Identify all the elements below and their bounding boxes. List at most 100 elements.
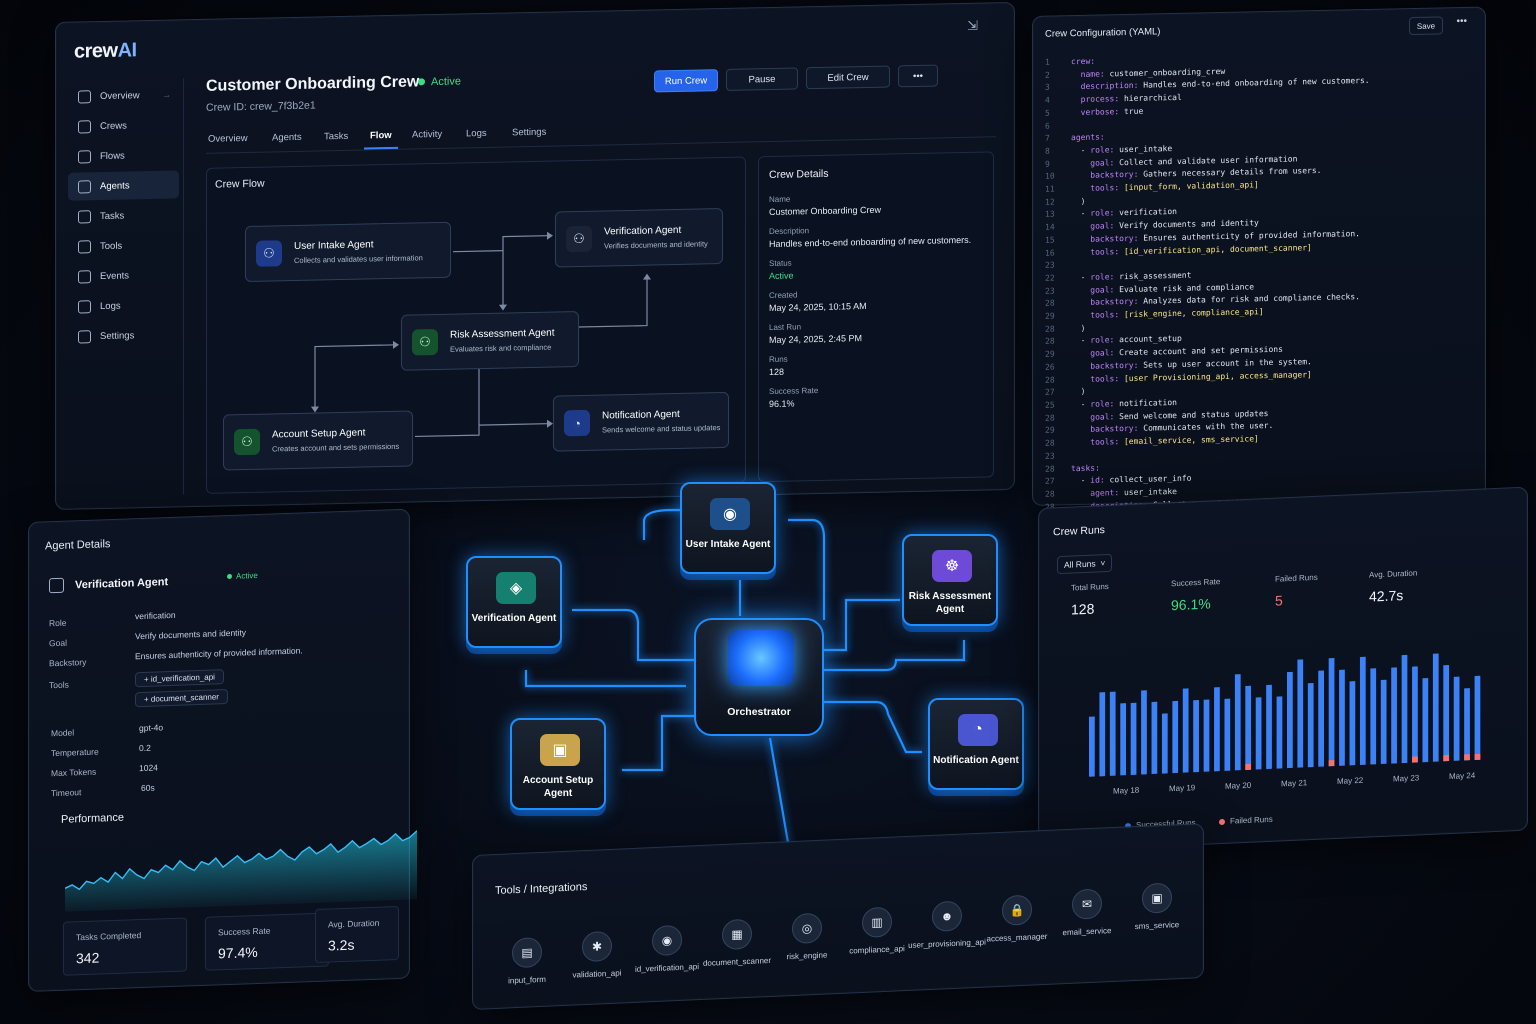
sidebar-item-agents[interactable]: Agents bbox=[68, 170, 179, 201]
agent-details-panel: Agent Details Verification Agent Active … bbox=[28, 508, 417, 992]
tool-chip[interactable]: + document_scanner bbox=[135, 689, 228, 708]
bar-failed bbox=[1464, 754, 1470, 761]
bar-successful bbox=[1182, 688, 1189, 773]
more-options-button[interactable]: ••• bbox=[898, 64, 938, 88]
line-number: 7 bbox=[1045, 133, 1050, 143]
tab-activity[interactable]: Activity bbox=[412, 129, 442, 141]
tool-label: user_provisioning_api bbox=[908, 937, 986, 950]
graph-block-user-intake[interactable]: ◉ User Intake Agent bbox=[680, 482, 776, 574]
tab-tasks[interactable]: Tasks bbox=[324, 131, 348, 143]
tab-settings[interactable]: Settings bbox=[512, 127, 546, 139]
agent-icon bbox=[78, 179, 91, 194]
flow-icon bbox=[78, 149, 91, 164]
bar-successful bbox=[1141, 690, 1147, 775]
run-crew-button[interactable]: Run Crew bbox=[654, 69, 718, 93]
runs-filter-dropdown[interactable]: All Runs ˅ bbox=[1057, 553, 1113, 575]
tool-id-verification-api[interactable]: ◉ id_verification_api bbox=[627, 924, 707, 974]
line-text: - role: risk_assessment bbox=[1071, 270, 1192, 283]
edit-crew-button[interactable]: Edit Crew bbox=[806, 65, 890, 90]
flow-node-notification[interactable]: ◔ Notification Agent Sends welcome and sta… bbox=[553, 391, 729, 452]
user-check-icon: ⚇ bbox=[566, 225, 592, 253]
graph-block-account-setup[interactable]: ▣ Account Setup Agent bbox=[510, 718, 606, 810]
yaml-editor[interactable]: 1 crew: 2 name: customer_onboarding_crew 3 … bbox=[1045, 50, 1370, 514]
more-options-button[interactable]: ••• bbox=[1456, 16, 1467, 27]
chevron-down-icon: ˅ bbox=[1100, 558, 1106, 569]
tool-validation-api[interactable]: ✱ validation_api bbox=[557, 930, 637, 980]
line-text: tools: [input_form, validation_api] bbox=[1090, 180, 1259, 193]
tab-logs[interactable]: Logs bbox=[466, 128, 487, 139]
graph-block-verification[interactable]: ◈ Verification Agent bbox=[466, 556, 562, 648]
lock-icon: 🔒 bbox=[1002, 894, 1032, 926]
line-text: - role: notification bbox=[1071, 397, 1177, 410]
sidebar-item-tasks[interactable]: Tasks bbox=[68, 200, 179, 230]
stat-avg-duration: Avg. Duration 3.2s bbox=[315, 906, 399, 963]
line-text: ) bbox=[1071, 323, 1086, 333]
home-icon bbox=[78, 89, 91, 104]
line-number: 25 bbox=[1045, 400, 1055, 410]
form-icon: ▤ bbox=[512, 936, 542, 969]
line-text: crew: bbox=[1071, 56, 1096, 67]
detail-label: Runs bbox=[769, 354, 788, 365]
mail-icon: ✉ bbox=[1072, 888, 1102, 920]
flow-node-risk-assessment[interactable]: ⚇ Risk Assessment Agent Evaluates risk and… bbox=[401, 311, 579, 371]
line-number: 29 bbox=[1045, 425, 1055, 436]
flow-node-verification[interactable]: ⚇ Verification Agent Verifies documents an… bbox=[555, 208, 723, 268]
goal-label: Goal bbox=[49, 637, 67, 649]
graph-block-risk-assessment[interactable]: ☸ Risk Assessment Agent bbox=[902, 534, 998, 626]
bar-successful bbox=[1120, 703, 1126, 776]
sidebar-item-events[interactable]: Events bbox=[68, 260, 179, 290]
line-text: backstory: Communicates with the user. bbox=[1090, 421, 1274, 435]
tool-input-form[interactable]: ▤ input_form bbox=[487, 936, 567, 986]
detail-label: Description bbox=[769, 226, 810, 237]
line-number: 26 bbox=[1045, 362, 1055, 372]
sidebar-item-flows[interactable]: Flows bbox=[68, 140, 179, 170]
crew-details-title: Crew Details bbox=[769, 167, 829, 182]
tool-sms-service[interactable]: ▣ sms_service bbox=[1117, 881, 1197, 931]
sidebar-item-overview[interactable]: Overview → bbox=[68, 80, 179, 110]
bar-successful bbox=[1193, 699, 1199, 773]
pin-icon[interactable]: ⇲ bbox=[967, 18, 978, 34]
tab-overview[interactable]: Overview bbox=[208, 133, 248, 145]
tab-flow[interactable]: Flow bbox=[370, 130, 392, 141]
flow-node-user-intake[interactable]: ⚇ User Intake Agent Collects and validates… bbox=[245, 221, 451, 283]
tool-label: sms_service bbox=[1134, 920, 1180, 932]
line-number: 28 bbox=[1045, 336, 1055, 347]
crewai-logo: crewAI bbox=[74, 39, 137, 63]
line-text: - role: user_intake bbox=[1071, 143, 1173, 156]
tool-risk-engine[interactable]: ◎ risk_engine bbox=[767, 912, 847, 962]
tool-email-service[interactable]: ✉ email_service bbox=[1047, 887, 1127, 937]
detail-created: May 24, 2025, 10:15 AM bbox=[769, 300, 867, 314]
model-value: gpt-4o bbox=[139, 722, 164, 734]
tool-user-provisioning-api[interactable]: ☻ user_provisioning_api bbox=[907, 900, 987, 950]
line-number: 14 bbox=[1045, 222, 1055, 232]
line-text: - role: verification bbox=[1071, 207, 1177, 219]
status-badge: Active bbox=[227, 571, 258, 581]
graph-block-notification[interactable]: ◔ Notification Agent bbox=[928, 698, 1024, 790]
tool-chip[interactable]: + id_verification_api bbox=[135, 669, 224, 688]
graph-edge bbox=[824, 700, 922, 754]
sidebar-item-tools[interactable]: Tools bbox=[68, 230, 179, 260]
orchestrator-node[interactable]: Orchestrator bbox=[694, 618, 824, 736]
max-tokens-value: 1024 bbox=[139, 762, 158, 774]
stat-failed-runs: Failed Runs 5 bbox=[1275, 572, 1318, 609]
line-number: 29 bbox=[1045, 311, 1055, 321]
tool-access-manager[interactable]: 🔒 access_manager bbox=[977, 893, 1057, 944]
line-number: 16 bbox=[1045, 248, 1055, 258]
sidebar: Overview → Crews Flows Agents Tasks Tools… bbox=[64, 78, 184, 497]
sms-icon: ▣ bbox=[1142, 882, 1172, 914]
tool-compliance-api[interactable]: ▥ compliance_api bbox=[837, 906, 917, 956]
tool-document-scanner[interactable]: ▦ document_scanner bbox=[697, 918, 777, 968]
user-icon: ☻ bbox=[932, 900, 962, 932]
tab-agents[interactable]: Agents bbox=[272, 132, 302, 144]
risk-icon: ◎ bbox=[792, 912, 822, 945]
sidebar-item-settings[interactable]: Settings bbox=[68, 320, 179, 350]
sidebar-item-crews[interactable]: Crews bbox=[68, 110, 179, 140]
pause-button[interactable]: Pause bbox=[726, 67, 798, 91]
sidebar-item-logs[interactable]: Logs bbox=[68, 290, 179, 320]
shield-icon: ◈ bbox=[496, 572, 536, 604]
line-number: 13 bbox=[1045, 209, 1055, 220]
temperature-label: Temperature bbox=[51, 746, 99, 759]
flow-node-account-setup[interactable]: ⚇ Account Setup Agent Creates account and … bbox=[223, 410, 413, 471]
flow-edge bbox=[479, 423, 547, 426]
save-button[interactable]: Save bbox=[1409, 16, 1443, 36]
